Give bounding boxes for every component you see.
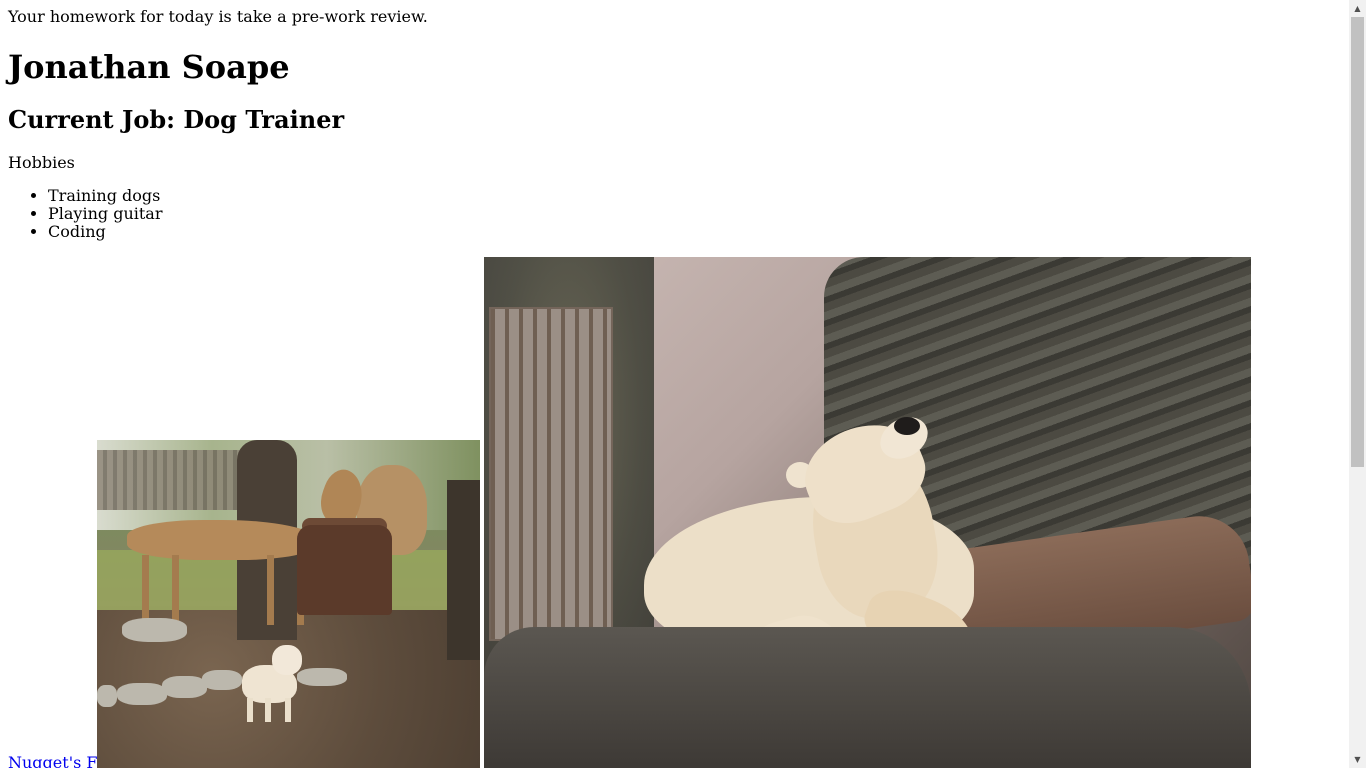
list-item: Playing guitar [48, 205, 163, 223]
scrollbar-thumb[interactable] [1351, 17, 1364, 467]
list-item: Training dogs [48, 187, 163, 205]
vertical-scrollbar[interactable]: ▲ ▼ [1349, 0, 1366, 768]
page: Your homework for today is take a pre-wo… [0, 0, 1349, 768]
scroll-down-arrow-icon[interactable]: ▼ [1349, 751, 1366, 768]
scroll-up-arrow-icon[interactable]: ▲ [1349, 0, 1366, 17]
hobbies-list: Training dogs Playing guitar Coding [8, 187, 163, 241]
intro-text: Your homework for today is take a pre-wo… [8, 7, 428, 26]
deer-and-dog-photo [97, 440, 480, 768]
hobbies-label: Hobbies [8, 153, 75, 172]
polar-bear-photo [484, 257, 1251, 768]
job-heading: Current Job: Dog Trainer [8, 105, 345, 134]
list-item: Coding [48, 223, 163, 241]
page-title: Jonathan Soape [8, 48, 290, 86]
